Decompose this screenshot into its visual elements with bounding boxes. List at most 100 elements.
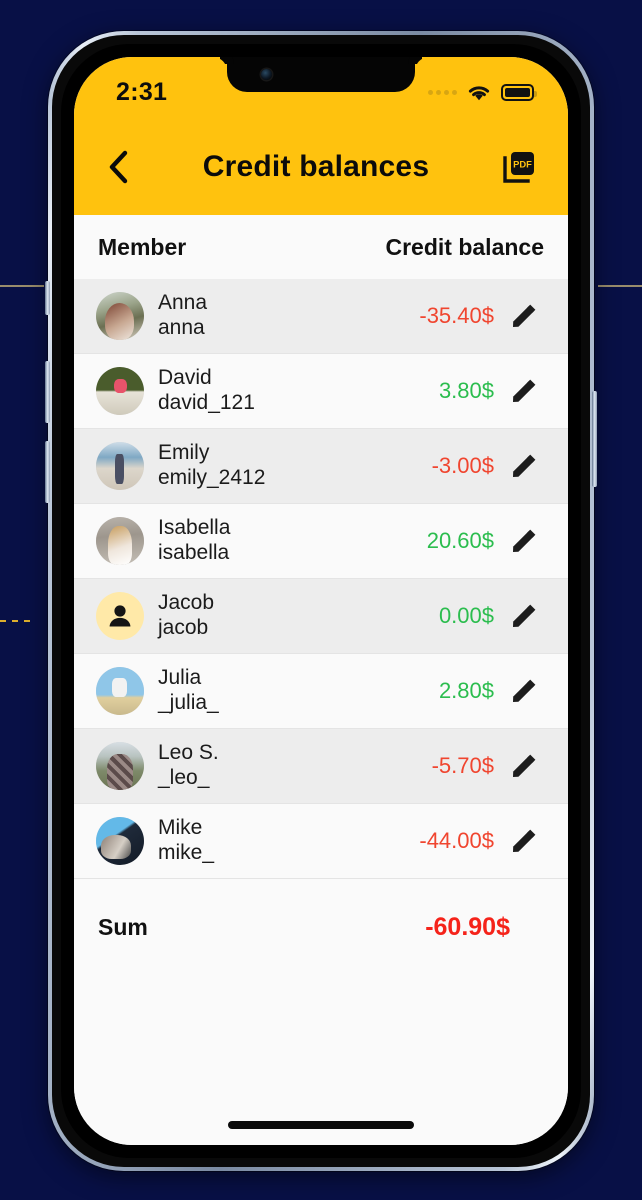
edit-balance-button[interactable] — [502, 744, 546, 788]
member-names: David david_121 — [158, 366, 255, 416]
table-row[interactable]: David david_121 3.80$ — [74, 354, 568, 429]
member-name: Anna — [158, 291, 208, 315]
avatar — [96, 442, 144, 490]
member-names: Isabella isabella — [158, 516, 230, 566]
credit-balances-list: Member Credit balance Anna anna -35.40$ Dav… — [74, 215, 568, 1145]
member-handle: anna — [158, 316, 205, 339]
person-icon — [109, 605, 131, 627]
table-row[interactable]: Emily emily_2412 -3.00$ — [74, 429, 568, 504]
volume-down-button[interactable] — [45, 441, 50, 503]
phone-inner-band: 2:31 Credit balances PDF Member Credit b… — [52, 35, 590, 1167]
avatar-photo — [96, 742, 144, 790]
table-row[interactable]: Isabella isabella 20.60$ — [74, 504, 568, 579]
table-header: Member Credit balance — [74, 215, 568, 279]
credit-balance-amount: -5.70$ — [431, 753, 494, 778]
app-bar: Credit balances PDF — [74, 119, 568, 215]
summary-label: Sum — [98, 913, 148, 940]
edit-balance-button[interactable] — [502, 594, 546, 638]
credit-balance-amount: 20.60$ — [426, 528, 494, 553]
edit-balance-button[interactable] — [502, 369, 546, 413]
member-names: Jacob jacob — [158, 591, 214, 641]
credit-balance-amount: 3.80$ — [438, 378, 494, 403]
credit-balance-amount: 2.80$ — [438, 678, 494, 703]
signal-dots-icon — [428, 89, 457, 95]
edit-balance-button[interactable] — [502, 444, 546, 488]
pdf-export-button[interactable]: PDF — [496, 144, 542, 190]
avatar-photo — [96, 817, 144, 865]
member-names: Leo S. _leo_ — [158, 741, 219, 791]
avatar — [96, 517, 144, 565]
member-name: Emily — [158, 441, 210, 465]
member-handle: jacob — [158, 616, 209, 639]
avatar — [96, 292, 144, 340]
avatar-photo — [96, 667, 144, 715]
table-row[interactable]: Leo S. _leo_ -5.70$ — [74, 729, 568, 804]
member-name: Isabella — [158, 516, 231, 540]
page-title: Credit balances — [202, 150, 430, 183]
pencil-icon — [513, 304, 536, 327]
backdrop-guide-line-dashed — [0, 620, 36, 622]
pdf-export-icon: PDF — [503, 152, 534, 183]
volume-up-button[interactable] — [45, 361, 50, 423]
member-handle: isabella — [158, 541, 230, 564]
credit-balance-amount: -3.00$ — [431, 453, 494, 478]
avatar — [96, 592, 144, 640]
credit-balance-amount: -35.40$ — [419, 303, 494, 328]
home-indicator[interactable] — [228, 1121, 414, 1129]
member-name: Leo S. — [158, 741, 219, 765]
status-bar-clock: 2:31 — [116, 77, 168, 106]
credit-balance-amount: 0.00$ — [438, 603, 494, 628]
avatar-photo — [96, 517, 144, 565]
power-button[interactable] — [592, 391, 597, 487]
member-names: Emily emily_2412 — [158, 441, 265, 491]
avatar — [96, 667, 144, 715]
member-names: Anna anna — [158, 291, 207, 341]
avatar-photo — [96, 292, 144, 340]
backdrop-guide-line — [598, 285, 642, 287]
pencil-icon — [513, 829, 536, 852]
avatar-photo — [96, 442, 144, 490]
member-handle: david_121 — [158, 391, 255, 414]
avatar — [96, 367, 144, 415]
edit-balance-button[interactable] — [502, 519, 546, 563]
member-names: Mike mike_ — [158, 816, 214, 866]
status-bar-indicators — [428, 83, 537, 102]
member-name: David — [158, 366, 212, 390]
backdrop-guide-line — [0, 285, 44, 287]
member-handle: _leo_ — [158, 766, 210, 789]
member-name: Julia — [158, 666, 202, 690]
member-name: Mike — [158, 816, 203, 840]
chevron-left-icon — [109, 150, 128, 184]
table-row[interactable]: Jacob jacob 0.00$ — [74, 579, 568, 654]
pencil-icon — [513, 379, 536, 402]
avatar — [96, 742, 144, 790]
avatar-photo — [96, 367, 144, 415]
member-handle: _julia_ — [158, 691, 219, 714]
pencil-icon — [513, 529, 536, 552]
avatar — [96, 817, 144, 865]
pencil-icon — [513, 454, 536, 477]
phone-device-frame: 2:31 Credit balances PDF Member Credit b… — [45, 31, 597, 1171]
phone-screen: 2:31 Credit balances PDF Member Credit b… — [74, 57, 568, 1145]
member-handle: mike_ — [158, 841, 215, 864]
member-names: Julia _julia_ — [158, 666, 219, 716]
pencil-icon — [513, 679, 536, 702]
device-notch — [227, 57, 415, 92]
column-header-balance: Credit balance — [385, 233, 545, 260]
edit-balance-button[interactable] — [502, 294, 546, 338]
svg-text:PDF: PDF — [513, 158, 532, 169]
summary-row: Sum -60.90$ — [74, 879, 568, 975]
table-row[interactable]: Anna anna -35.40$ — [74, 279, 568, 354]
edit-balance-button[interactable] — [502, 669, 546, 713]
table-row[interactable]: Mike mike_ -44.00$ — [74, 804, 568, 879]
pencil-icon — [513, 604, 536, 627]
edit-balance-button[interactable] — [502, 819, 546, 863]
phone-bezel: 2:31 Credit balances PDF Member Credit b… — [61, 44, 581, 1158]
column-header-member: Member — [98, 233, 187, 260]
mute-switch[interactable] — [45, 281, 50, 315]
wifi-icon — [468, 85, 490, 100]
table-row[interactable]: Julia _julia_ 2.80$ — [74, 654, 568, 729]
front-camera-icon — [261, 69, 272, 80]
credit-balance-amount: -44.00$ — [419, 828, 494, 853]
pencil-icon — [513, 754, 536, 777]
